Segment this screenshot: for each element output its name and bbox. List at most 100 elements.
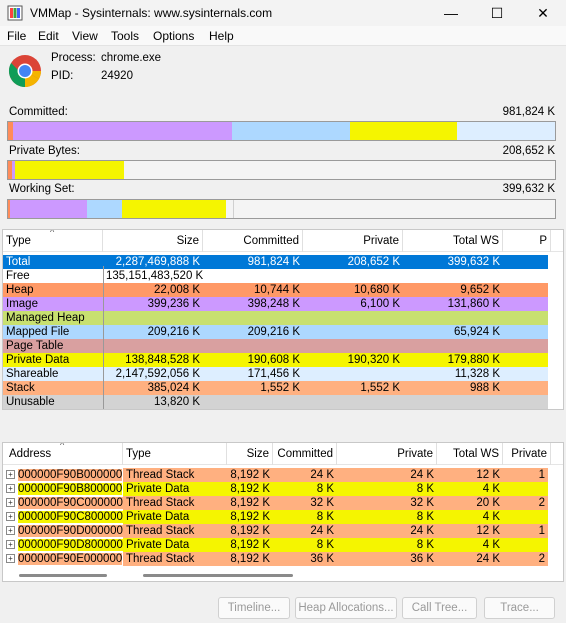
col-private[interactable]: Private	[303, 230, 403, 252]
summary-row[interactable]: Managed Heap	[3, 311, 548, 325]
cell-private: 208,652 K	[347, 256, 400, 268]
col-type[interactable]: Type	[123, 443, 227, 465]
col-private-ws[interactable]: P	[503, 230, 551, 252]
trace-button[interactable]: Trace...	[484, 597, 555, 619]
process-label: Process:	[51, 52, 96, 64]
cell-private: 8 K	[337, 510, 437, 524]
summary-row[interactable]: Mapped File 209,216 K 209,216 K 65,924 K	[3, 325, 548, 339]
detail-row[interactable]: +000000F90C000000 Thread Stack 8,192 K 32 K…	[3, 496, 548, 510]
meter-segment	[122, 200, 227, 218]
cell-size: 22,008 K	[153, 284, 200, 296]
timeline-button[interactable]: Timeline...	[218, 597, 290, 619]
working-set-value: 399,632 K	[502, 183, 555, 195]
cell-private	[303, 367, 403, 381]
summary-row[interactable]: Image 399,236 K 398,248 K 6,100 K 131,860 K	[3, 297, 548, 311]
summary-row[interactable]: Free 135,151,483,520 K	[3, 269, 548, 283]
col-private[interactable]: Private	[337, 443, 437, 465]
col-committed[interactable]: Committed	[273, 443, 337, 465]
cell-committed: 209,216 K	[247, 326, 300, 338]
call-tree-button[interactable]: Call Tree...	[402, 597, 477, 619]
cell-total-ws: 9,652 K	[460, 284, 500, 296]
cell-committed: 8 K	[273, 510, 337, 524]
summary-grid[interactable]: ^ Type Size Committed Private Total WS P…	[2, 229, 564, 410]
detail-row[interactable]: +000000F90E000000 Thread Stack 8,192 K 36 K…	[3, 552, 548, 566]
working-set-label: Working Set:	[9, 183, 75, 195]
cell-committed	[203, 339, 303, 353]
col-size[interactable]: Size	[227, 443, 273, 465]
details-grid[interactable]: ^ Address Type Size Committed Private To…	[2, 442, 564, 582]
col-committed[interactable]: Committed	[203, 230, 303, 252]
cell-type: Private Data	[123, 510, 227, 524]
maximize-button[interactable]: ☐	[474, 0, 520, 26]
detail-row[interactable]: +000000F90B800000 Private Data 8,192 K8 K8…	[3, 482, 548, 496]
detail-row[interactable]: +000000F90D000000 Thread Stack 8,192 K 24 K…	[3, 524, 548, 538]
cell-committed: 1,552 K	[260, 382, 300, 394]
summary-row[interactable]: Stack 385,024 K 1,552 K 1,552 K 988 K	[3, 381, 548, 395]
meter-segment	[232, 122, 350, 140]
col-total-ws[interactable]: Total WS	[403, 230, 503, 252]
menu-view[interactable]: View	[72, 29, 98, 43]
chrome-icon	[8, 55, 42, 88]
cell-total-ws: 20 K	[437, 496, 503, 510]
horizontal-scrollbar-left[interactable]	[19, 574, 107, 577]
cell-private-ws: 2	[503, 552, 548, 566]
cell-type: Private Data	[123, 482, 227, 496]
menu-tools[interactable]: Tools	[111, 29, 139, 43]
cell-committed	[203, 311, 303, 325]
col-type[interactable]: Type	[3, 230, 103, 252]
expand-icon[interactable]: +	[6, 470, 15, 480]
detail-row[interactable]: +000000F90C800000 Private Data 8,192 K8 K8…	[3, 510, 548, 524]
cell-committed: 190,608 K	[247, 354, 300, 366]
expand-icon[interactable]: +	[6, 498, 15, 508]
menu-edit[interactable]: Edit	[38, 29, 59, 43]
menu-help[interactable]: Help	[209, 29, 234, 43]
cell-type: Unusable	[6, 396, 55, 408]
col-total-ws[interactable]: Total WS	[437, 443, 503, 465]
cell-type: Thread Stack	[123, 552, 227, 566]
summary-row[interactable]: Shareable 2,147,592,056 K 171,456 K 11,328 …	[3, 367, 548, 381]
detail-row[interactable]: +000000F90B000000 Thread Stack 8,192 K 24 K…	[3, 468, 548, 482]
minimize-button[interactable]: —	[428, 0, 474, 26]
cell-committed	[203, 269, 303, 283]
menu-options[interactable]: Options	[153, 29, 194, 43]
address-text: 000000F90B000000	[18, 469, 123, 481]
cell-private-ws: 1	[503, 468, 548, 482]
horizontal-scrollbar-right[interactable]	[143, 574, 293, 577]
meter-segment	[10, 200, 87, 218]
cell-total-ws: 12 K	[437, 524, 503, 538]
detail-row[interactable]: +000000F90D800000 Private Data 8,192 K8 K8…	[3, 538, 548, 552]
col-size[interactable]: Size	[103, 230, 203, 252]
cell-type: Thread Stack	[123, 524, 227, 538]
summary-row[interactable]: Page Table	[3, 339, 548, 353]
expand-icon[interactable]: +	[6, 540, 15, 550]
cell-total-ws: 4 K	[437, 510, 503, 524]
address-text: 000000F90E000000	[18, 553, 123, 565]
summary-row[interactable]: Unusable 13,820 K	[3, 395, 548, 409]
cell-private-ws	[503, 538, 548, 552]
cell-type: Free	[6, 270, 30, 282]
cell-total-ws: 65,924 K	[453, 326, 500, 338]
summary-row[interactable]: Heap 22,008 K 10,744 K 10,680 K 9,652 K	[3, 283, 548, 297]
col-private-ws[interactable]: Private	[503, 443, 551, 465]
heap-allocations-button[interactable]: Heap Allocations...	[295, 597, 397, 619]
summary-row[interactable]: Private Data 138,848,528 K 190,608 K 190,32…	[3, 353, 548, 367]
expand-icon[interactable]: +	[6, 512, 15, 522]
cell-committed: 24 K	[273, 468, 337, 482]
expand-icon[interactable]: +	[6, 484, 15, 494]
cell-private-ws: 1	[503, 524, 548, 538]
expand-icon[interactable]: +	[6, 526, 15, 536]
close-button[interactable]: ✕	[520, 0, 566, 26]
cell-size: 209,216 K	[147, 326, 200, 338]
cell-total-ws: 24 K	[437, 552, 503, 566]
cell-total-ws	[403, 395, 503, 409]
cell-private	[303, 395, 403, 409]
expand-icon[interactable]: +	[6, 554, 15, 564]
cell-committed: 24 K	[273, 524, 337, 538]
cell-private: 24 K	[337, 524, 437, 538]
summary-row[interactable]: Total 2,287,469,888 K 981,824 K 208,652 K 39…	[3, 255, 548, 269]
cell-private-ws	[503, 510, 548, 524]
menu-file[interactable]: File	[7, 29, 26, 43]
col-address[interactable]: Address	[3, 443, 123, 465]
cell-size: 8,192 K	[227, 482, 273, 496]
cell-size: 8,192 K	[227, 538, 273, 552]
